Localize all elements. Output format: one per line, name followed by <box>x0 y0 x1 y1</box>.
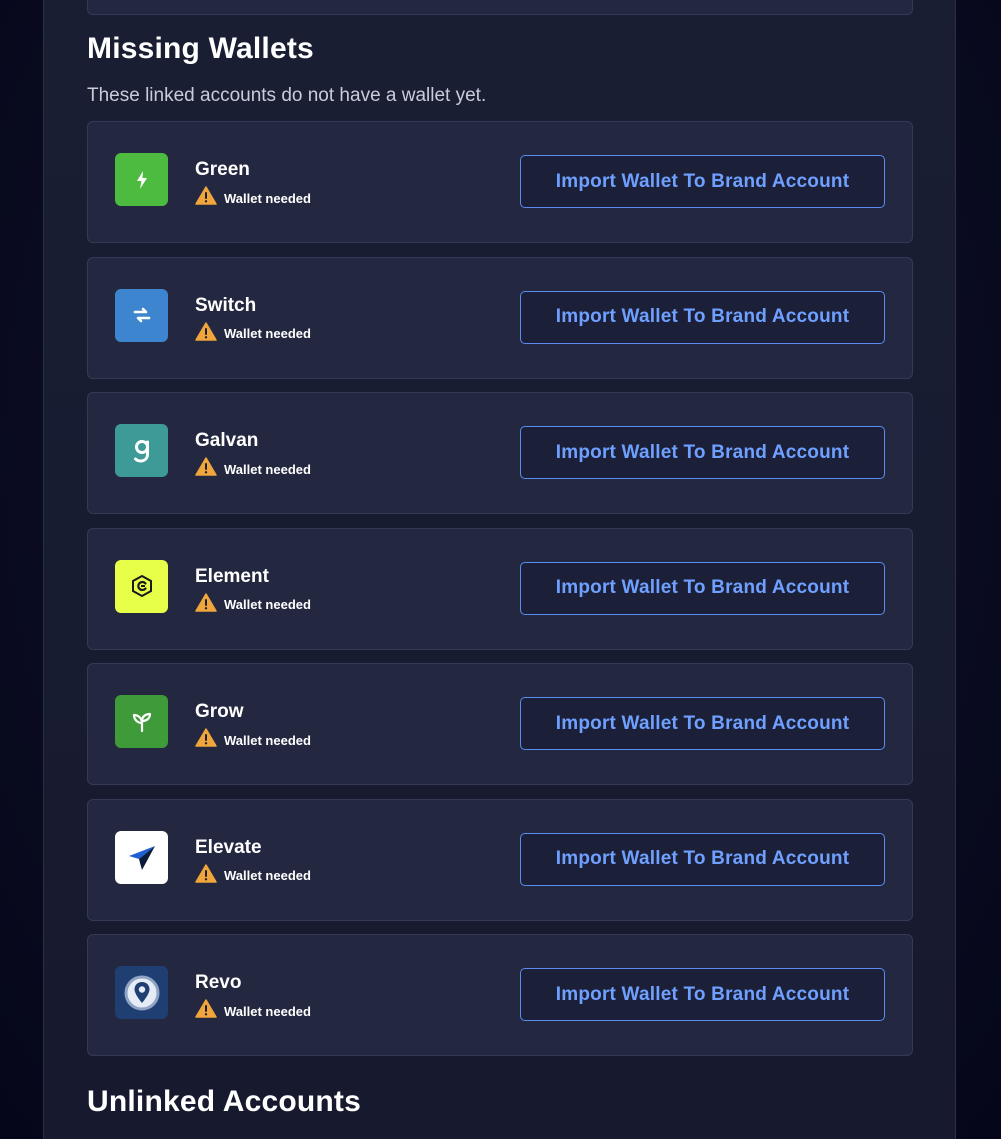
account-card-switch: Switch Wallet needed Import Wallet To Br… <box>87 256 913 379</box>
status-text: Wallet needed <box>224 190 311 206</box>
paper-plane-icon <box>115 830 168 884</box>
status-text: Wallet needed <box>224 732 311 748</box>
import-wallet-button[interactable]: Import Wallet To Brand Account <box>520 290 885 344</box>
account-card-grow: Grow Wallet needed Import Wallet To Bran… <box>87 663 913 785</box>
import-wallet-button[interactable]: Import Wallet To Brand Account <box>520 697 885 750</box>
warning-icon <box>195 999 217 1023</box>
import-wallet-button[interactable]: Import Wallet To Brand Account <box>520 968 885 1021</box>
account-name: Elevate <box>195 836 262 858</box>
status-badge: Wallet needed <box>195 321 311 346</box>
status-badge: Wallet needed <box>195 186 311 210</box>
warning-icon <box>195 592 217 617</box>
status-text: Wallet needed <box>224 326 311 341</box>
status-badge: Wallet needed <box>195 592 311 617</box>
sprout-icon <box>115 695 168 748</box>
account-card-elevate: Elevate Wallet needed Import Wallet To B… <box>87 798 913 921</box>
status-badge: Wallet needed <box>195 999 311 1023</box>
status-text: Wallet needed <box>224 868 311 883</box>
missing-wallets-title: Missing Wallets <box>87 32 314 65</box>
warning-icon <box>195 457 217 481</box>
account-name: Grow <box>195 701 244 722</box>
warning-icon <box>195 186 217 210</box>
bolt-icon <box>115 153 168 206</box>
warning-icon <box>195 321 217 346</box>
status-badge: Wallet needed <box>195 457 311 481</box>
account-name: Element <box>195 565 269 587</box>
import-wallet-button[interactable]: Import Wallet To Brand Account <box>520 561 885 615</box>
letter-g-icon <box>115 424 168 477</box>
status-badge: Wallet needed <box>195 728 311 752</box>
import-wallet-button[interactable]: Import Wallet To Brand Account <box>520 155 885 208</box>
element-hexagon-icon <box>115 559 168 613</box>
warning-icon <box>195 728 217 752</box>
warning-icon <box>195 863 217 888</box>
previous-card <box>87 0 913 15</box>
location-pin-icon <box>115 966 168 1019</box>
unlinked-accounts-title: Unlinked Accounts <box>87 1085 361 1118</box>
status-badge: Wallet needed <box>195 863 311 888</box>
account-name: Switch <box>195 294 257 316</box>
status-text: Wallet needed <box>224 1003 311 1019</box>
import-wallet-button[interactable]: Import Wallet To Brand Account <box>520 832 885 886</box>
account-name: Galvan <box>195 430 259 451</box>
account-card-green: Green Wallet needed Import Wallet To Bra… <box>87 121 913 243</box>
account-name: Revo <box>195 972 242 993</box>
account-card-revo: Revo Wallet needed Import Wallet To Bran… <box>87 934 913 1056</box>
switch-arrows-icon <box>115 288 168 342</box>
missing-wallets-list: Green Wallet needed Import Wallet To Bra… <box>87 121 913 1070</box>
import-wallet-button[interactable]: Import Wallet To Brand Account <box>520 426 885 479</box>
missing-wallets-description: These linked accounts do not have a wall… <box>87 85 487 106</box>
account-name: Green <box>195 159 250 180</box>
status-text: Wallet needed <box>224 461 311 477</box>
main-panel: Missing Wallets These linked accounts do… <box>43 0 956 1139</box>
account-card-galvan: Galvan Wallet needed Import Wallet To Br… <box>87 392 913 514</box>
account-card-element: Element Wallet needed Import Wallet To B… <box>87 527 913 650</box>
status-text: Wallet needed <box>224 597 311 612</box>
